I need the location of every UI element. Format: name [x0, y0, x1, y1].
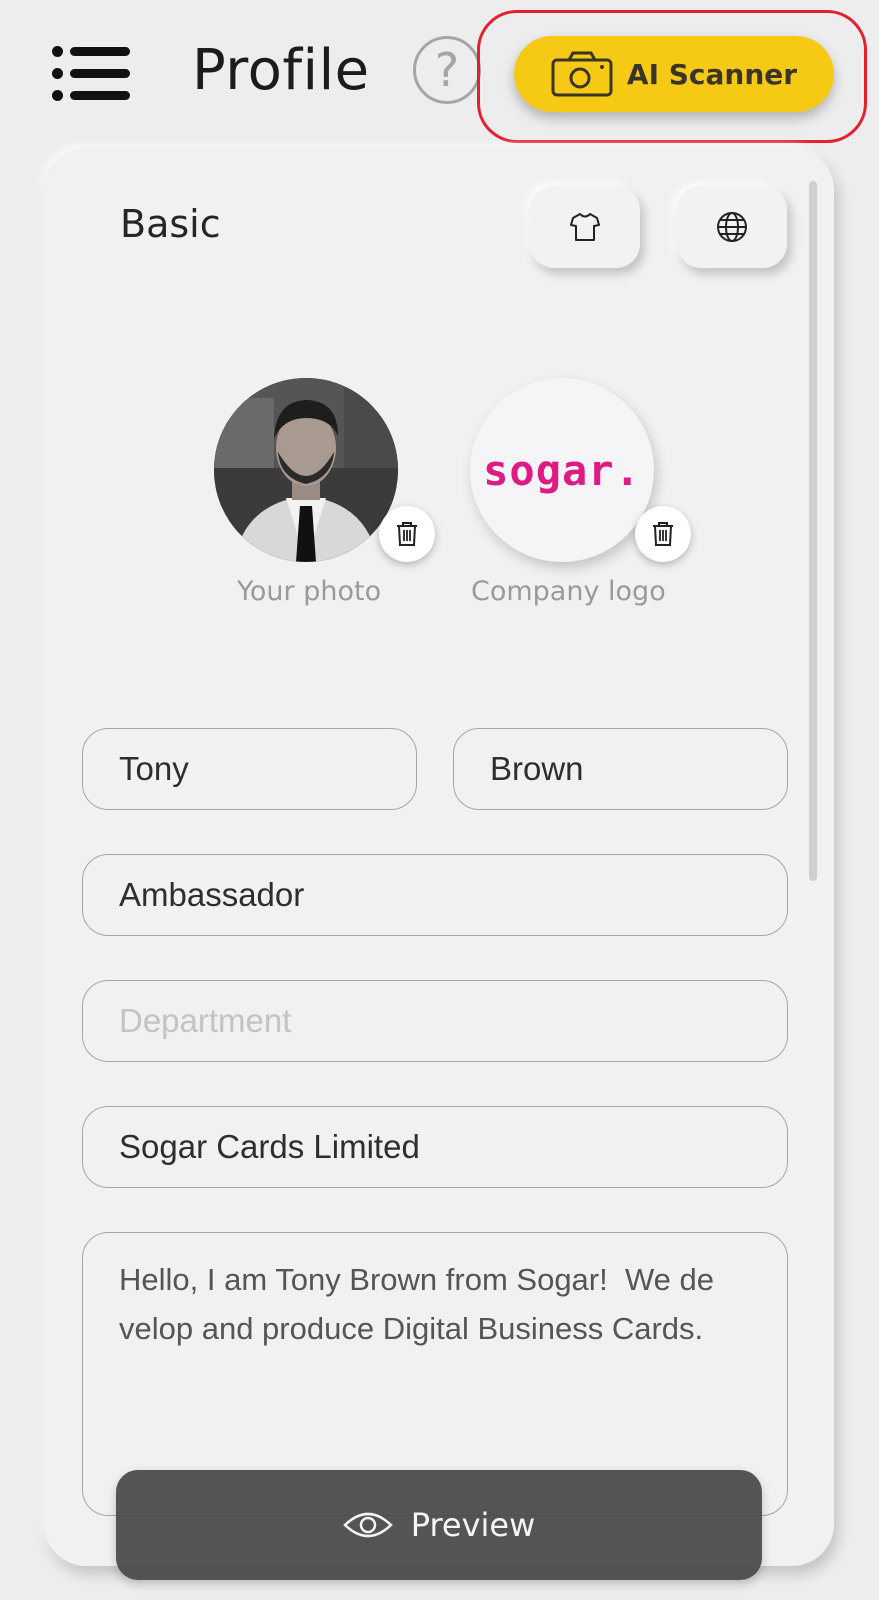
logo-caption: Company logo	[471, 576, 666, 607]
theme-button[interactable]	[530, 186, 640, 268]
profile-photo-image	[214, 378, 398, 562]
department-field[interactable]	[82, 980, 788, 1062]
scrollbar[interactable]	[809, 181, 817, 881]
photo-caption: Your photo	[237, 576, 382, 607]
trash-icon	[397, 522, 417, 546]
trash-icon	[653, 522, 673, 546]
page-title: Profile	[192, 38, 370, 103]
section-title: Basic	[120, 202, 221, 246]
eye-icon	[342, 1512, 393, 1538]
company-field[interactable]	[82, 1106, 788, 1188]
globe-icon	[717, 212, 747, 242]
ai-scanner-label: AI Scanner	[626, 57, 798, 91]
hamburger-menu-icon[interactable]	[52, 42, 130, 104]
question-circle-icon[interactable]: ?	[413, 36, 481, 104]
camera-icon	[551, 51, 613, 97]
language-button[interactable]	[677, 186, 787, 268]
job-title-field[interactable]	[82, 854, 788, 936]
ai-scanner-button[interactable]: AI Scanner	[514, 36, 834, 112]
preview-button[interactable]: Preview	[116, 1470, 762, 1580]
profile-screen: Profile ? AI Scanner Basic Your photo so…	[0, 0, 879, 1600]
tshirt-icon	[570, 213, 600, 241]
delete-logo-button[interactable]	[635, 506, 691, 562]
company-logo-text: sogar.	[483, 445, 641, 495]
preview-label: Preview	[410, 1506, 536, 1544]
last-name-field[interactable]	[453, 728, 788, 810]
company-logo[interactable]: sogar.	[470, 378, 654, 562]
first-name-field[interactable]	[82, 728, 417, 810]
profile-photo[interactable]	[214, 378, 398, 562]
delete-photo-button[interactable]	[379, 506, 435, 562]
